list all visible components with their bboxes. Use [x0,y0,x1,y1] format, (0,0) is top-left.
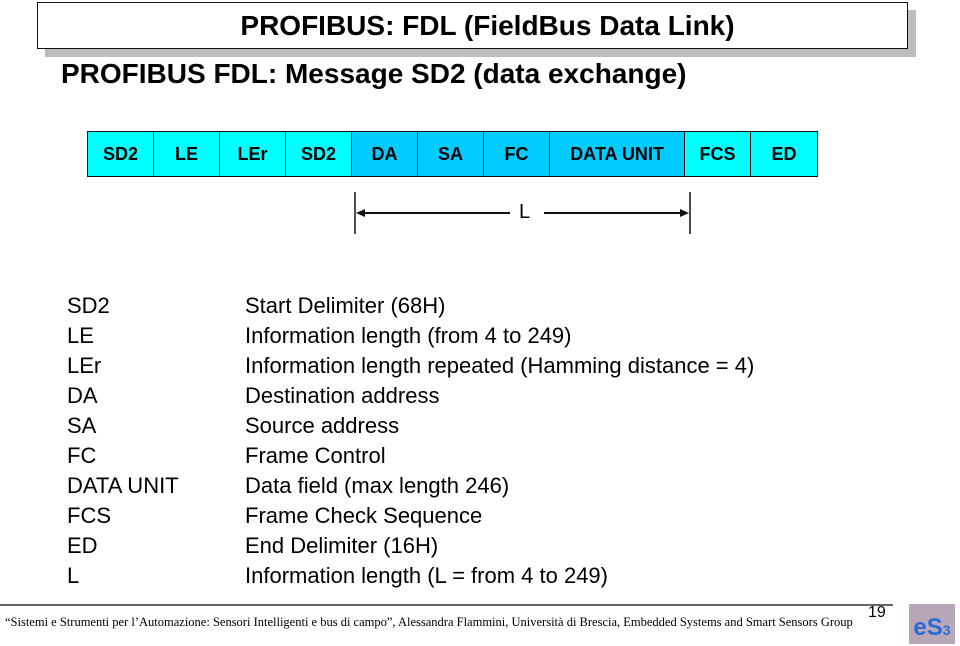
legend-row: LEr Information length repeated (Hamming … [67,351,754,381]
cell-label: SD2 [102,143,138,164]
legend-desc: Source address [245,413,400,438]
logo-text: eS [913,614,943,641]
legend-desc: Data field (max length 246) [245,473,510,498]
cell-label: DATA UNIT [570,143,664,164]
legend-desc: Destination address [245,383,440,408]
frame-cell-da: DA [352,132,418,176]
cell-label: DA [371,143,398,164]
legend-desc: Information length (from 4 to 249) [245,323,572,348]
footer-divider [0,604,893,606]
frame-cell-sd2-repeat: SD2 [286,132,352,176]
legend-key: FC [67,443,97,468]
cell-label: ED [771,143,797,164]
legend-key: DA [67,383,98,408]
frame-cell-sa: SA [418,132,484,176]
page-number: 19 [868,604,886,621]
frame-cell-ed: ED [751,132,817,176]
legend-desc: Information length repeated (Hamming dis… [245,353,755,378]
legend-desc: Start Delimiter (68H) [245,293,446,318]
slide-subtitle: PROFIBUS FDL: Message SD2 (data exchange… [61,58,687,89]
sd2-frame-diagram: SD2 LE LEr SD2 DA SA FC DATA UNIT FCS ED [87,131,818,177]
cell-label: FC [504,143,529,164]
es3-logo: eS 3 [909,604,955,644]
frame-cell-fcs: FCS [685,132,751,176]
frame-cell-sd2-start: SD2 [88,132,154,176]
cell-label: FCS [699,143,736,164]
legend-row: SD2 Start Delimiter (68H) [67,291,754,321]
legend-key: SA [67,413,97,438]
legend-row: DATA UNIT Data field (max length 246) [67,471,754,501]
legend-key: LEr [67,353,102,378]
legend-key: L [67,563,80,588]
legend-desc: End Delimiter (16H) [245,533,439,558]
legend-row: ED End Delimiter (16H) [67,531,754,561]
legend-row: LE Information length (from 4 to 249) [67,321,754,351]
length-label: L [519,201,531,223]
footer-citation: “Sistemi e Strumenti per l’Automazione: … [5,615,853,629]
legend-key: ED [67,533,98,558]
legend-key: SD2 [67,293,110,318]
cell-label: LEr [237,143,268,164]
legend-key: FCS [67,503,111,528]
legend-key: DATA UNIT [67,473,179,498]
legend-row: FC Frame Control [67,441,754,471]
legend-desc: Frame Check Sequence [245,503,483,528]
legend-row: FCS Frame Check Sequence [67,501,754,531]
logo-superscript: 3 [942,622,951,638]
legend-key: LE [67,323,94,348]
cell-label: SD2 [300,143,336,164]
frame-cell-ler: LEr [220,132,286,176]
frame-cell-le: LE [154,132,220,176]
legend-desc: Frame Control [245,443,386,468]
field-legend: SD2 Start Delimiter (68H) LE Information l… [67,291,754,591]
cell-label: SA [437,143,463,164]
legend-row: L Information length (L = from 4 to 249) [67,561,754,591]
page-title: PROFIBUS: FDL (FieldBus Data Link) [240,9,735,41]
frame-cell-fc: FC [484,132,550,176]
right-arrowhead-icon [680,209,689,217]
frame-cell-data-unit: DATA UNIT [550,132,685,176]
legend-desc: Information length (L = from 4 to 249) [245,563,608,588]
legend-row: DA Destination address [67,381,754,411]
cell-label: LE [174,143,198,164]
left-arrowhead-icon [356,209,365,217]
legend-row: SA Source address [67,411,754,441]
title-box: PROFIBUS: FDL (FieldBus Data Link) [37,2,908,49]
